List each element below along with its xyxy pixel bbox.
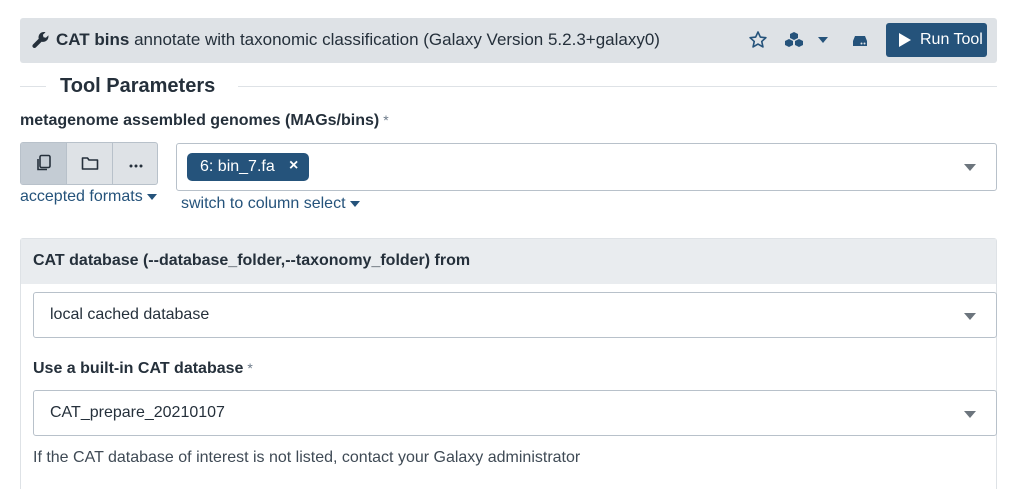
chevron-down-icon [964, 164, 976, 171]
database-source-value: local cached database [50, 306, 210, 323]
folder-icon [81, 157, 99, 170]
star-icon[interactable] [748, 30, 768, 50]
tool-name: CAT bins [56, 30, 130, 49]
tool-description: annotate with taxonomic classification (… [134, 30, 660, 49]
chip-remove-icon[interactable]: × [289, 157, 298, 175]
help-text: If the CAT database of interest is not l… [33, 449, 581, 466]
single-dataset-button[interactable] [21, 143, 67, 184]
input-source-button-group [20, 142, 158, 185]
switch-column-select-link[interactable]: switch to column select [181, 195, 360, 213]
mags-label-text: metagenome assembled genomes (MAGs/bins) [20, 112, 380, 129]
chip-label: 6: bin_7.fa [200, 158, 275, 175]
builtin-db-field-label: Use a built-in CAT database * [33, 360, 253, 378]
tool-header: CAT bins annotate with taxonomic classif… [20, 18, 997, 63]
builtin-db-value: CAT_prepare_20210107 [50, 404, 225, 421]
play-icon [899, 33, 911, 47]
caret-down-icon [146, 193, 157, 200]
builtin-db-label-text: Use a built-in CAT database [33, 360, 244, 377]
tool-title: CAT bins annotate with taxonomic classif… [56, 30, 660, 50]
chevron-down-icon [964, 313, 976, 320]
divider [20, 86, 46, 87]
database-source-select[interactable]: local cached database [33, 292, 997, 338]
more-options-button[interactable] [113, 143, 157, 184]
hdd-icon[interactable] [850, 30, 870, 50]
mags-field-label: metagenome assembled genomes (MAGs/bins)… [20, 112, 389, 130]
cubes-icon[interactable] [784, 30, 804, 50]
database-panel-title: CAT database (--database_folder,--taxono… [33, 252, 471, 269]
required-mark: * [383, 112, 389, 128]
caret-down-icon [349, 200, 360, 207]
accepted-formats-label: accepted formats [20, 188, 143, 205]
copy-icon [37, 154, 51, 171]
divider [238, 86, 997, 87]
mags-select[interactable]: 6: bin_7.fa × [176, 143, 997, 191]
caret-down-icon[interactable] [818, 34, 830, 46]
switch-column-label: switch to column select [181, 195, 346, 212]
ellipsis-icon [129, 164, 143, 168]
chevron-down-icon [964, 411, 976, 418]
run-tool-label: Run Tool [920, 31, 983, 48]
database-panel-header: CAT database (--database_folder,--taxono… [21, 239, 996, 284]
wrench-icon [32, 31, 49, 48]
selected-dataset-chip: 6: bin_7.fa × [187, 153, 309, 181]
run-tool-button[interactable]: Run Tool [886, 23, 987, 57]
builtin-db-select[interactable]: CAT_prepare_20210107 [33, 390, 997, 436]
dataset-collection-button[interactable] [67, 143, 113, 184]
accepted-formats-link[interactable]: accepted formats [20, 188, 157, 206]
required-mark: * [247, 360, 253, 376]
section-title: Tool Parameters [60, 75, 216, 97]
